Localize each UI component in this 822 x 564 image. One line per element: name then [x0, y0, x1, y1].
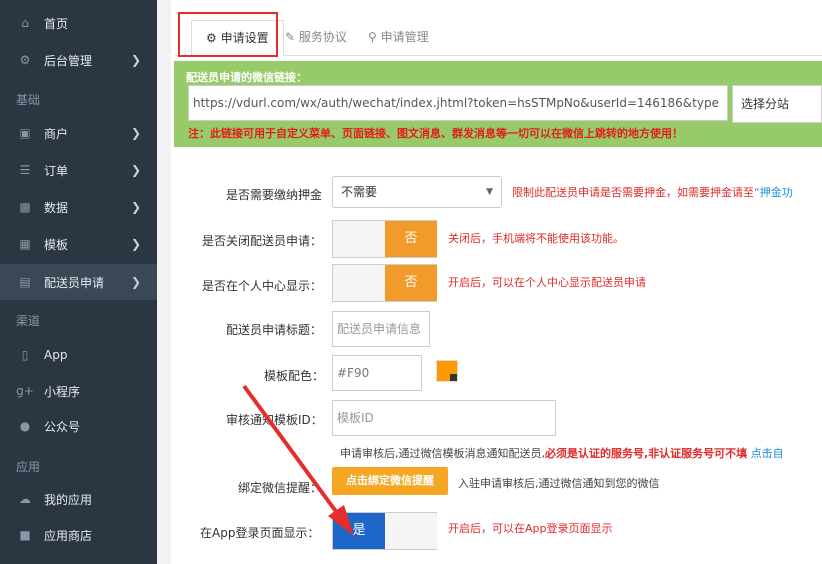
arrow-head	[328, 505, 354, 536]
arrow-shaft	[242, 384, 342, 519]
red-arrow-annotation	[242, 384, 354, 536]
